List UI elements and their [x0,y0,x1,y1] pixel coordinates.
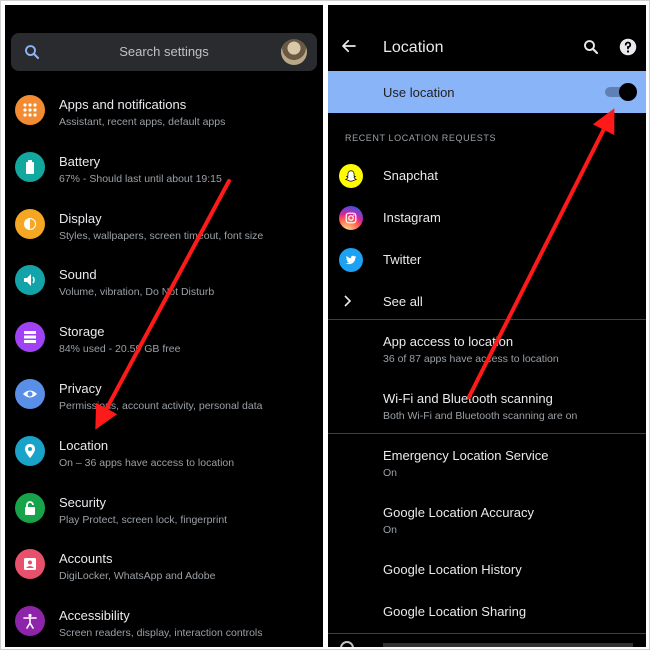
setting-subtitle: 84% used - 20.59 GB free [59,343,181,356]
divider [328,319,646,320]
battery-icon [15,151,45,182]
setting-title: Battery [59,153,101,169]
see-all-label: See all [383,294,423,309]
app-access-to-location[interactable]: App access to location 36 of 87 apps hav… [328,334,646,390]
setting-title: Sound [59,267,97,283]
setting-accounts[interactable]: Accounts DigiLocker, WhatsApp and Adobe [5,537,323,594]
toolbar: Location [328,5,646,71]
setting-location[interactable]: Location On – 36 apps have access to loc… [5,424,323,481]
setting-subtitle: Play Protect, screen lock, fingerprint [59,513,228,526]
item-subtitle: On [383,524,398,536]
storage-icon [15,322,45,353]
recent-app-instagram[interactable]: Instagram [328,197,646,239]
setting-subtitle: On – 36 apps have access to location [59,456,235,469]
setting-subtitle: Permissions, account activity, personal … [59,399,263,412]
screenshot-frame: Search settings Apps and notifications A… [0,0,650,650]
setting-sound[interactable]: Sound Volume, vibration, Do Not Disturb [5,253,323,310]
divider [328,633,646,634]
item-subtitle: 36 of 87 apps have access to location [383,353,559,365]
item-title: Google Location History [383,562,522,577]
divider [328,433,646,434]
use-location-toggle[interactable] [605,83,637,101]
snapchat-icon [339,164,363,188]
setting-title: Security [59,494,106,510]
item-title: Google Location Accuracy [383,505,535,520]
setting-accessibility[interactable]: Accessibility Screen readers, display, i… [5,594,323,647]
lock-icon [15,492,45,523]
setting-subtitle: Screen readers, display, interaction con… [59,627,263,640]
item-subtitle: Both Wi-Fi and Bluetooth scanning are on [383,410,578,422]
wifi-bluetooth-scanning[interactable]: Wi-Fi and Bluetooth scanning Both Wi-Fi … [328,391,646,447]
search-bar[interactable]: Search settings [11,33,317,71]
recent-app-twitter[interactable]: Twitter [328,239,646,281]
item-title: Google Location Sharing [383,604,527,619]
brightness-icon [15,208,45,239]
setting-title: Accessibility [59,608,130,624]
truncated-footer-text [383,643,633,647]
page-title: Location [383,39,444,56]
setting-apps-and-notifications[interactable]: Apps and notifications Assistant, recent… [5,83,323,140]
recent-app-snapchat[interactable]: Snapchat [328,155,646,197]
setting-subtitle: Styles, wallpapers, screen timeout, font… [59,229,264,242]
see-all-row[interactable]: See all [328,281,646,323]
item-subtitle: On [383,467,398,479]
setting-battery[interactable]: Battery 67% - Should last until about 19… [5,140,323,197]
account-icon [15,549,45,580]
search-icon[interactable] [582,38,600,56]
setting-privacy[interactable]: Privacy Permissions, account activity, p… [5,367,323,424]
accessibility-icon [15,606,45,637]
google-location-accuracy[interactable]: Google Location Accuracy On [328,505,646,561]
volume-icon [15,265,45,296]
use-location-label: Use location [383,85,455,100]
setting-subtitle: Volume, vibration, Do Not Disturb [59,286,215,299]
item-title: App access to location [383,334,514,349]
use-location-row[interactable]: Use location [328,71,646,113]
item-title: Emergency Location Service [383,448,549,463]
search-icon [25,45,40,60]
setting-title: Storage [59,324,105,340]
app-label: Instagram [383,210,441,225]
setting-subtitle: DigiLocker, WhatsApp and Adobe [59,570,216,583]
settings-screen: Search settings Apps and notifications A… [5,5,323,647]
recent-requests-header: RECENT LOCATION REQUESTS [345,133,497,143]
settings-list: Apps and notifications Assistant, recent… [5,83,323,647]
apps-icon [15,95,45,125]
location-pin-icon [15,435,45,466]
privacy-eye-icon [15,378,45,409]
google-location-sharing[interactable]: Google Location Sharing [328,604,646,647]
setting-title: Apps and notifications [59,97,187,112]
search-placeholder: Search settings [119,44,209,59]
toggle-thumb [619,83,637,101]
instagram-icon [339,206,363,230]
chevron-right-icon [344,295,352,307]
setting-display[interactable]: Display Styles, wallpapers, screen timeo… [5,197,323,254]
setting-title: Privacy [59,380,102,396]
twitter-icon [339,248,363,272]
setting-security[interactable]: Security Play Protect, screen lock, fing… [5,481,323,538]
emergency-location-service[interactable]: Emergency Location Service On [328,448,646,504]
setting-title: Accounts [59,551,113,567]
location-screen: Location Use location RECENT LOCATION RE… [328,5,646,647]
help-icon[interactable] [619,38,637,56]
setting-title: Display [59,210,102,226]
app-label: Snapchat [383,168,438,183]
setting-subtitle: 67% - Should last until about 19:15 [59,172,222,185]
avatar[interactable] [281,39,307,65]
setting-subtitle: Assistant, recent apps, default apps [59,116,226,128]
setting-title: Location [59,437,109,453]
app-label: Twitter [383,252,422,267]
item-title: Wi-Fi and Bluetooth scanning [383,391,553,406]
setting-storage[interactable]: Storage 84% used - 20.59 GB free [5,310,323,367]
back-arrow-icon[interactable] [340,37,358,55]
